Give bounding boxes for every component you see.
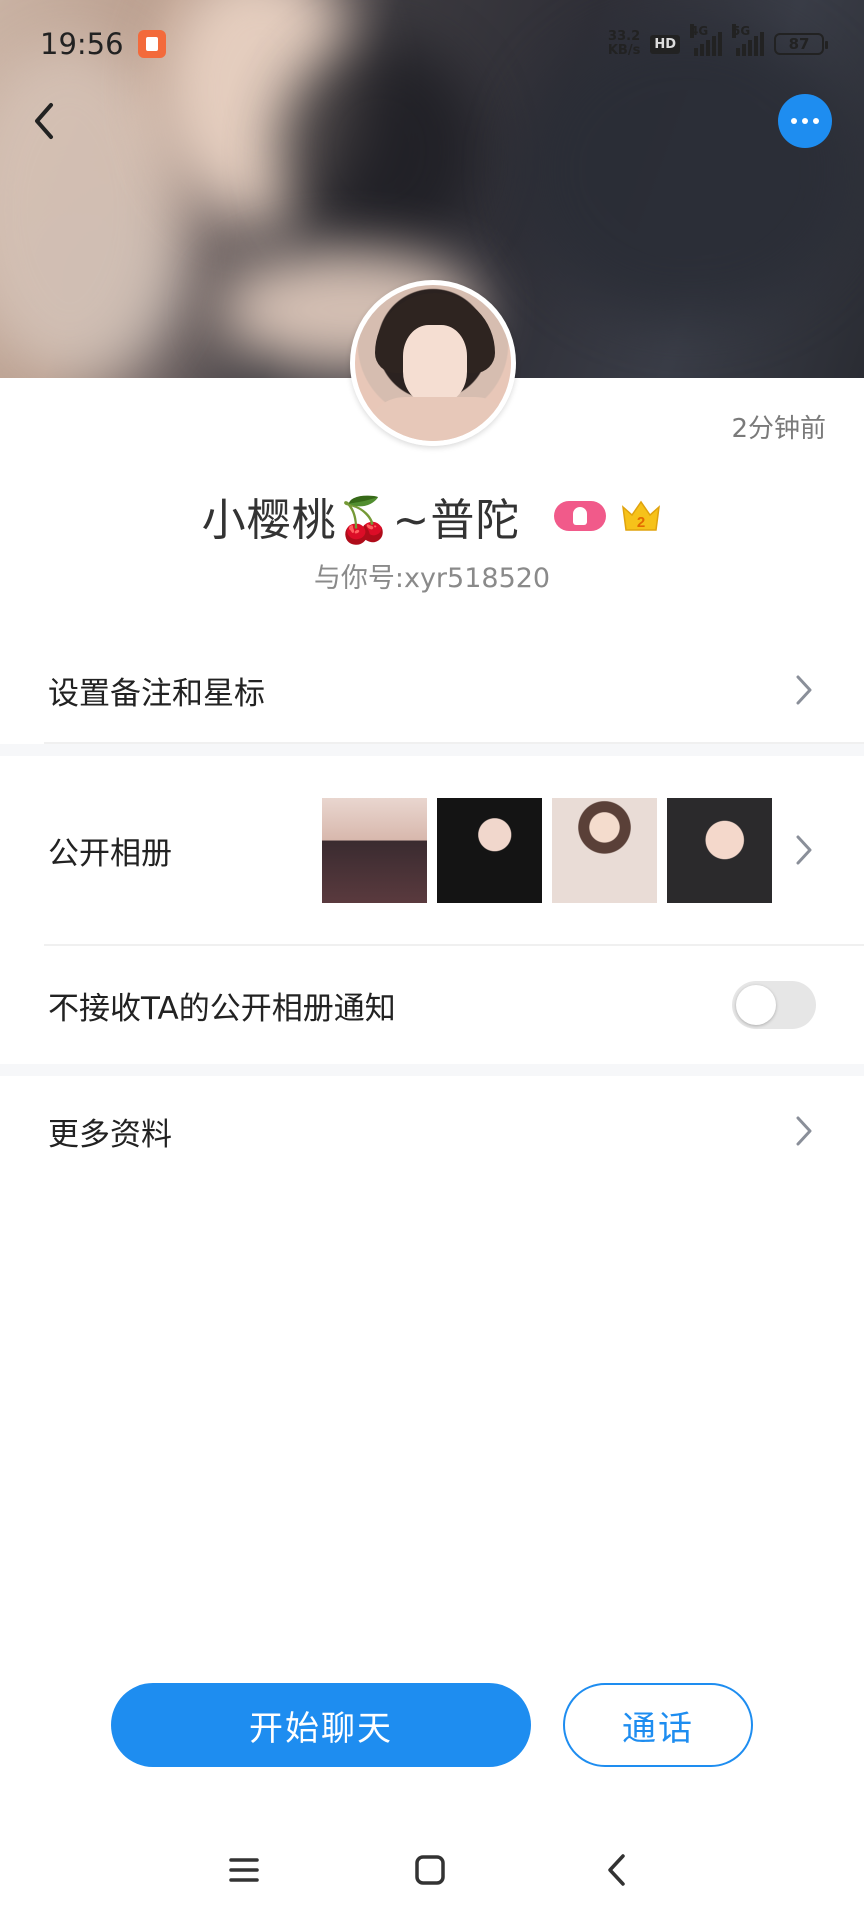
- set-remark-label: 设置备注和星标: [48, 675, 265, 712]
- profile-name: 小樱桃🍒~普陀: [201, 495, 521, 546]
- hd-icon: HD: [650, 34, 680, 54]
- back-button[interactable]: [22, 95, 66, 147]
- album-notify-toggle[interactable]: [732, 981, 816, 1029]
- system-nav-bar: [0, 1820, 864, 1920]
- back-nav-icon[interactable]: [595, 1848, 639, 1892]
- signal-4g-icon: 4G: [690, 24, 722, 56]
- user-id: 与你号:xyr518520: [313, 563, 551, 594]
- more-icon: [791, 118, 797, 124]
- home-icon[interactable]: [408, 1848, 452, 1892]
- status-bar: 19:56 33.2 KB/s HD 4G 5G 87: [0, 0, 864, 88]
- set-remark-row[interactable]: 设置备注和星标: [0, 638, 864, 742]
- album-thumbnails[interactable]: [322, 797, 772, 903]
- battery-icon: 87: [774, 33, 828, 55]
- album-notify-label: 不接收TA的公开相册通知: [48, 990, 396, 1027]
- signal-5g-icon: 5G: [732, 24, 764, 56]
- chevron-left-icon: [35, 103, 53, 139]
- album-photo[interactable]: [437, 797, 542, 903]
- svg-text:2: 2: [637, 514, 645, 531]
- crown-level-icon: 2: [620, 499, 662, 533]
- album-photo[interactable]: [552, 797, 657, 903]
- network-speed: 33.2 KB/s: [607, 29, 641, 58]
- more-info-row[interactable]: 更多资料: [0, 1076, 864, 1186]
- start-chat-button[interactable]: 开始聊天: [111, 1683, 531, 1767]
- album-photo[interactable]: [322, 797, 427, 903]
- menu-icon[interactable]: [222, 1848, 266, 1892]
- status-time: 19:56: [40, 27, 124, 61]
- album-notify-row: 不接收TA的公开相册通知: [0, 946, 864, 1064]
- section-gap: [0, 744, 864, 756]
- section-gap: [0, 1064, 864, 1076]
- more-options-button[interactable]: [778, 94, 832, 148]
- chevron-right-icon: [792, 1113, 816, 1149]
- gender-badge-icon: [554, 501, 607, 531]
- public-album-label: 公开相册: [48, 835, 172, 872]
- album-photo[interactable]: [667, 797, 772, 903]
- chevron-right-icon: [792, 672, 816, 708]
- more-info-label: 更多资料: [48, 1116, 172, 1153]
- chevron-right-icon: [792, 832, 816, 868]
- public-album-row[interactable]: 公开相册: [0, 756, 864, 944]
- notification-app-icon: [137, 30, 166, 58]
- last-seen-time: 2分钟前: [731, 414, 826, 444]
- avatar[interactable]: [350, 280, 516, 446]
- call-button[interactable]: 通话: [563, 1683, 753, 1767]
